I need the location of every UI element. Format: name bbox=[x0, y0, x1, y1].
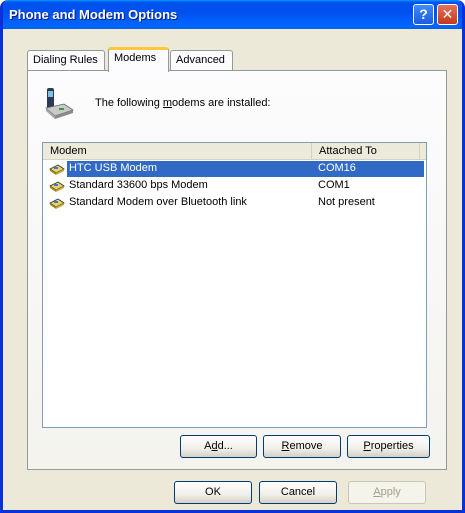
help-button[interactable]: ? bbox=[413, 4, 434, 25]
cancel-button[interactable]: Cancel bbox=[259, 481, 337, 504]
close-button[interactable]: ✕ bbox=[437, 4, 458, 25]
list-item[interactable]: Standard 33600 bps Modem COM1 bbox=[43, 178, 426, 194]
remove-button[interactable]: Remove bbox=[263, 435, 341, 458]
modem-name: Standard Modem over Bluetooth link bbox=[69, 196, 247, 208]
modems-list[interactable]: Modem Attached To HTC USB Modem COM16 St… bbox=[42, 142, 427, 428]
close-icon: ✕ bbox=[441, 6, 454, 22]
modem-port: COM1 bbox=[318, 179, 350, 191]
modem-icon bbox=[49, 198, 65, 209]
tab-strip: Dialing Rules Modems Advanced bbox=[0, 47, 460, 72]
tab-dialing-rules[interactable]: Dialing Rules bbox=[27, 50, 105, 71]
help-icon: ? bbox=[419, 6, 428, 22]
tab-advanced[interactable]: Advanced bbox=[170, 50, 233, 71]
modem-name: Standard 33600 bps Modem bbox=[69, 179, 208, 191]
modem-name: HTC USB Modem bbox=[69, 162, 158, 174]
ok-button[interactable]: OK bbox=[174, 481, 252, 504]
column-header-modem[interactable]: Modem bbox=[43, 143, 312, 160]
modem-port: Not present bbox=[318, 196, 375, 208]
add-button[interactable]: Add... bbox=[180, 435, 257, 458]
title-bar[interactable]: Phone and Modem Options ? ✕ bbox=[3, 0, 462, 29]
window-title: Phone and Modem Options bbox=[9, 7, 178, 22]
modems-tab-panel: The following modems are installed: Mode… bbox=[27, 70, 447, 470]
apply-button[interactable]: Apply bbox=[348, 481, 426, 504]
modem-port: COM16 bbox=[318, 162, 356, 174]
phone-modem-icon bbox=[45, 88, 74, 119]
list-header: Modem Attached To bbox=[43, 143, 426, 160]
column-header-attached-to[interactable]: Attached To bbox=[312, 143, 420, 160]
tab-modems[interactable]: Modems bbox=[108, 47, 169, 72]
modem-icon bbox=[49, 181, 65, 192]
list-item[interactable]: Standard Modem over Bluetooth link Not p… bbox=[43, 195, 426, 211]
properties-button[interactable]: Properties bbox=[347, 435, 430, 458]
modem-icon bbox=[49, 164, 65, 175]
installed-modems-label: The following modems are installed: bbox=[95, 97, 271, 109]
list-item[interactable]: HTC USB Modem COM16 bbox=[43, 161, 426, 177]
